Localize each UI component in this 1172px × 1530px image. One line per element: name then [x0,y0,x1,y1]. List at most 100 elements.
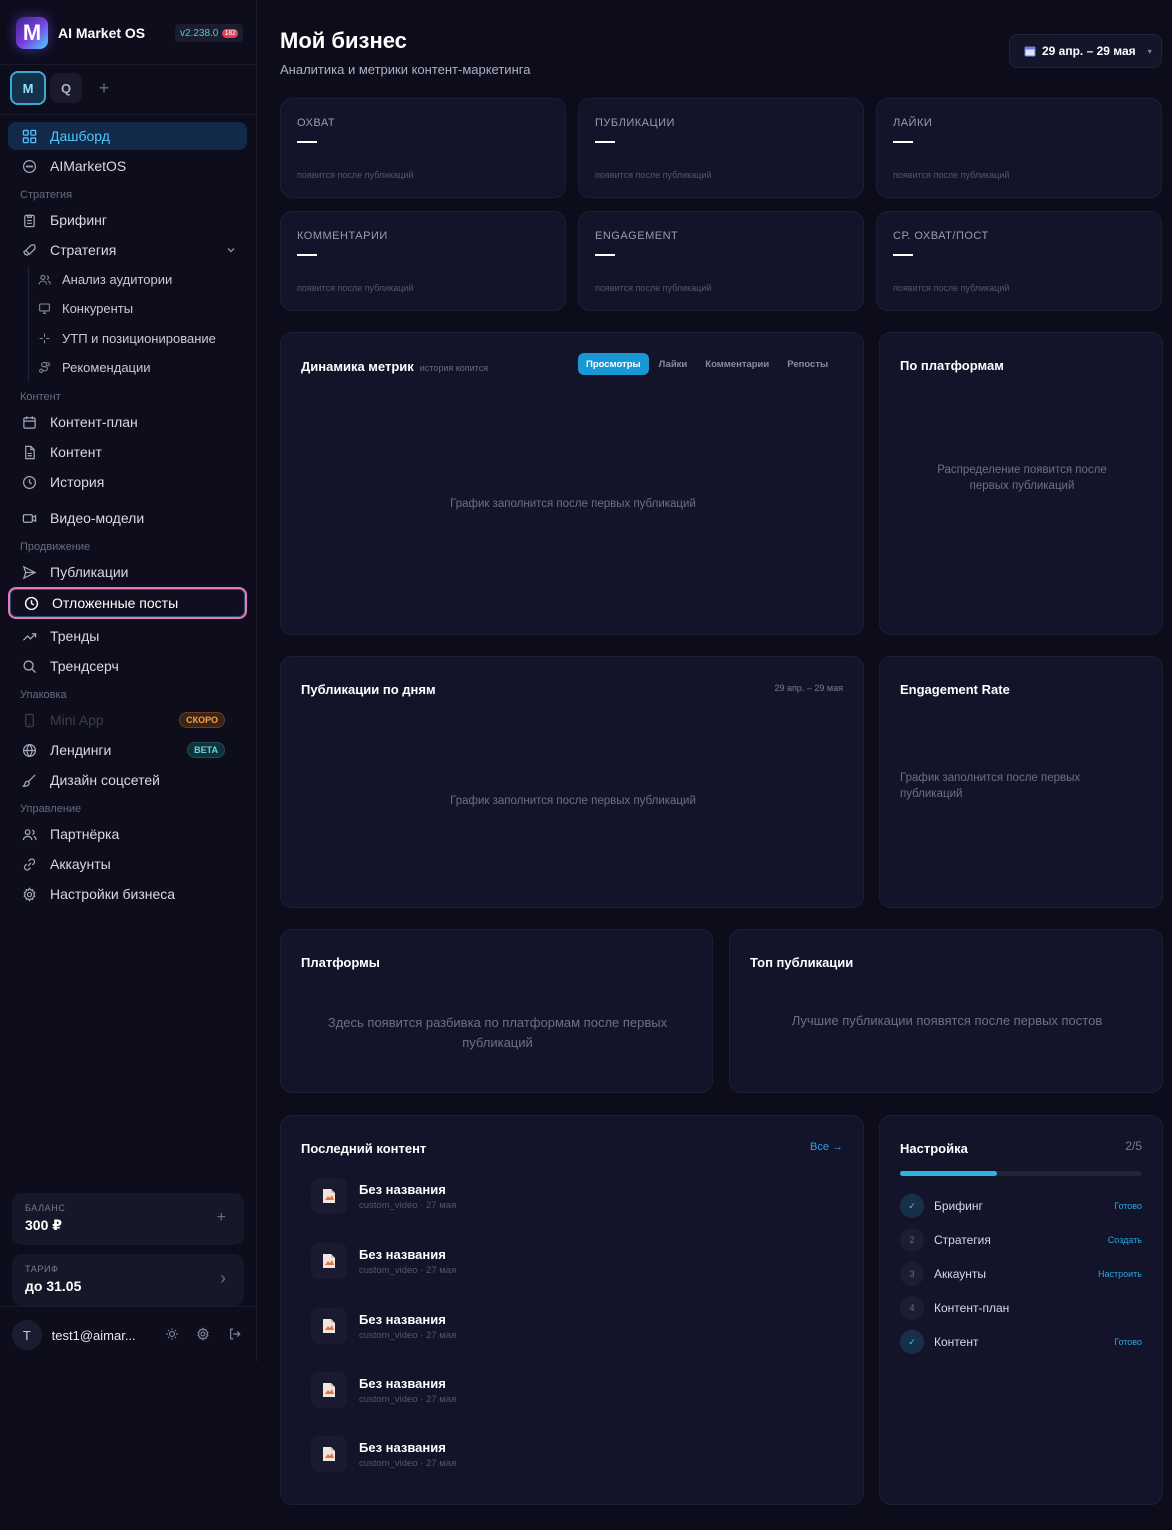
nav-landings[interactable]: Лендинги BETA [8,736,247,764]
calendar-icon [20,413,38,431]
nav-video-models[interactable]: Видео-модели [8,504,247,532]
page-title: Мой бизнес [280,28,407,53]
step-action[interactable]: Настроить [1098,1269,1142,1279]
top-up-button[interactable]: + [217,1209,226,1227]
view-all-link[interactable]: Все → [810,1141,843,1153]
step-label: Контент-план [934,1301,1010,1315]
list-item[interactable]: Без названия custom_video · 27 мая [311,1434,456,1474]
content-title: Без названия [359,1375,446,1391]
balance-card[interactable]: БАЛАНС 300 ₽ + [12,1193,244,1245]
sparkle-icon [38,331,52,345]
gear-icon[interactable] [196,1327,212,1343]
publications-by-day-card: Публикации по дням 29 апр. – 29 мая Граф… [280,656,864,908]
sub-label: УТП и позиционирование [62,330,216,346]
nav-briefing[interactable]: Брифинг [8,206,247,234]
sun-icon[interactable] [165,1327,181,1343]
nav-label: Видео-модели [50,510,145,526]
step-action[interactable]: Создать [1108,1235,1142,1245]
user-row: T test1@aimar... [12,1318,244,1352]
workspace-m-button[interactable]: M [10,71,46,105]
content-meta: custom_video · 27 мая [359,1264,457,1276]
video-icon [20,509,38,527]
nav-content-plan[interactable]: Контент-план [8,408,247,436]
nav-scheduled-posts[interactable]: Отложенные посты [8,587,247,619]
divider [0,1306,256,1307]
content-title: Без названия [359,1181,446,1197]
tab-reposts[interactable]: Репосты [779,353,836,375]
file-icon [20,443,38,461]
chat-icon [20,157,38,175]
list-item[interactable]: Без названия custom_video · 27 мая [311,1241,456,1281]
nav-recommendations[interactable]: Рекомендации [38,356,151,378]
content-title: Без названия [359,1439,446,1455]
content-meta: custom_video · 27 мая [359,1393,457,1405]
metric-label: ENGAGEMENT [595,230,679,242]
chevron-right-icon[interactable]: › [220,1268,226,1289]
link-icon [20,855,38,873]
plan-card[interactable]: ТАРИФ до 31.05 › [12,1254,244,1306]
brand[interactable]: M AI Market OS [16,16,145,50]
nav-label: Тренды [50,628,100,644]
step-label: Аккаунты [934,1267,987,1281]
logout-icon[interactable] [228,1327,244,1343]
card-title: Топ публикации [750,955,854,970]
workspace-q-button[interactable]: Q [50,73,82,103]
setup-progress-fill [900,1171,997,1176]
chevron-down-icon[interactable] [225,244,237,256]
setup-step-content[interactable]: ✓ Контент Готово [900,1330,1142,1354]
nav-accounts[interactable]: Аккаунты [8,850,247,878]
metric-label: ОХВАТ [297,117,336,129]
card-title: Последний контент [301,1141,427,1156]
card-title: Платформы [301,955,380,970]
nav-social-design[interactable]: Дизайн соцсетей [8,766,247,794]
brand-name: AI Market OS [58,25,146,41]
list-item[interactable]: Без названия custom_video · 27 мая [311,1370,456,1410]
setup-step-briefing[interactable]: ✓ Брифинг Готово [900,1194,1142,1218]
nav-business-settings[interactable]: Настройки бизнеса [8,880,247,908]
nav-trendsearch[interactable]: Трендсерч [8,652,247,680]
list-item[interactable]: Без названия custom_video · 27 мая [311,1306,456,1346]
nav-trends[interactable]: Тренды [8,622,247,650]
user-email[interactable]: test1@aimar... [52,1328,149,1343]
metric-card-publications: ПУБЛИКАЦИИ появится после публикаций [578,98,864,198]
setup-step-content-plan[interactable]: 4 Контент-план [900,1296,1142,1320]
card-title: По платформам [900,358,1004,373]
smartphone-icon [20,711,38,729]
brand-logo: M [16,17,48,49]
caret-down-icon: ▾ [1147,46,1152,56]
nav-audience[interactable]: Анализ аудитории [38,268,172,290]
document-icon [311,1436,347,1472]
content-title: Без названия [359,1311,446,1327]
empty-state: Здесь появится разбивка по платформам по… [327,1015,668,1050]
metric-tabs: Просмотры Лайки Комментарии Репосты [578,353,836,375]
nav-partner[interactable]: Партнёрка [8,820,247,848]
setup-progress-bar [900,1171,1142,1176]
metric-card-likes: ЛАЙКИ появится после публикаций [876,98,1162,198]
date-range-button[interactable]: 29 апр. – 29 мая ▾ [1009,34,1162,68]
tab-likes[interactable]: Лайки [651,353,696,375]
metric-card-engagement: ENGAGEMENT появится после публикаций [578,211,864,311]
setup-step-accounts[interactable]: 3 Аккаунты Настроить [900,1262,1142,1286]
add-workspace-button[interactable]: + [94,71,114,105]
avatar[interactable]: T [12,1320,42,1350]
nav-history[interactable]: История [8,468,247,496]
step-status[interactable]: Готово [1114,1337,1142,1347]
nav-strategy[interactable]: Стратегия [8,236,247,264]
nav-aimarketos[interactable]: AIMarketOS [8,152,247,180]
nav-dashboard[interactable]: Дашборд [8,122,247,150]
empty-state: График заполнится после первых публикаци… [900,772,1081,800]
nav-publications[interactable]: Публикации [8,558,247,586]
step-status[interactable]: Готово [1114,1201,1142,1211]
list-item[interactable]: Без названия custom_video · 27 мая [311,1176,456,1216]
setup-step-strategy[interactable]: 2 Стратегия Создать [900,1228,1142,1252]
tab-views[interactable]: Просмотры [578,353,649,375]
setup-card: Настройка 2/5 ✓ Брифинг Готово 2 Стратег… [879,1115,1163,1505]
version-notification-count: 182 [222,28,239,38]
clipboard-icon [20,211,38,229]
nav-competitors[interactable]: Конкуренты [38,297,133,319]
metric-value-placeholder [297,254,317,256]
nav-usp[interactable]: УТП и позиционирование [38,327,216,349]
nav-content[interactable]: Контент [8,438,247,466]
metric-value-placeholder [595,254,615,256]
tab-comments[interactable]: Комментарии [697,353,777,375]
